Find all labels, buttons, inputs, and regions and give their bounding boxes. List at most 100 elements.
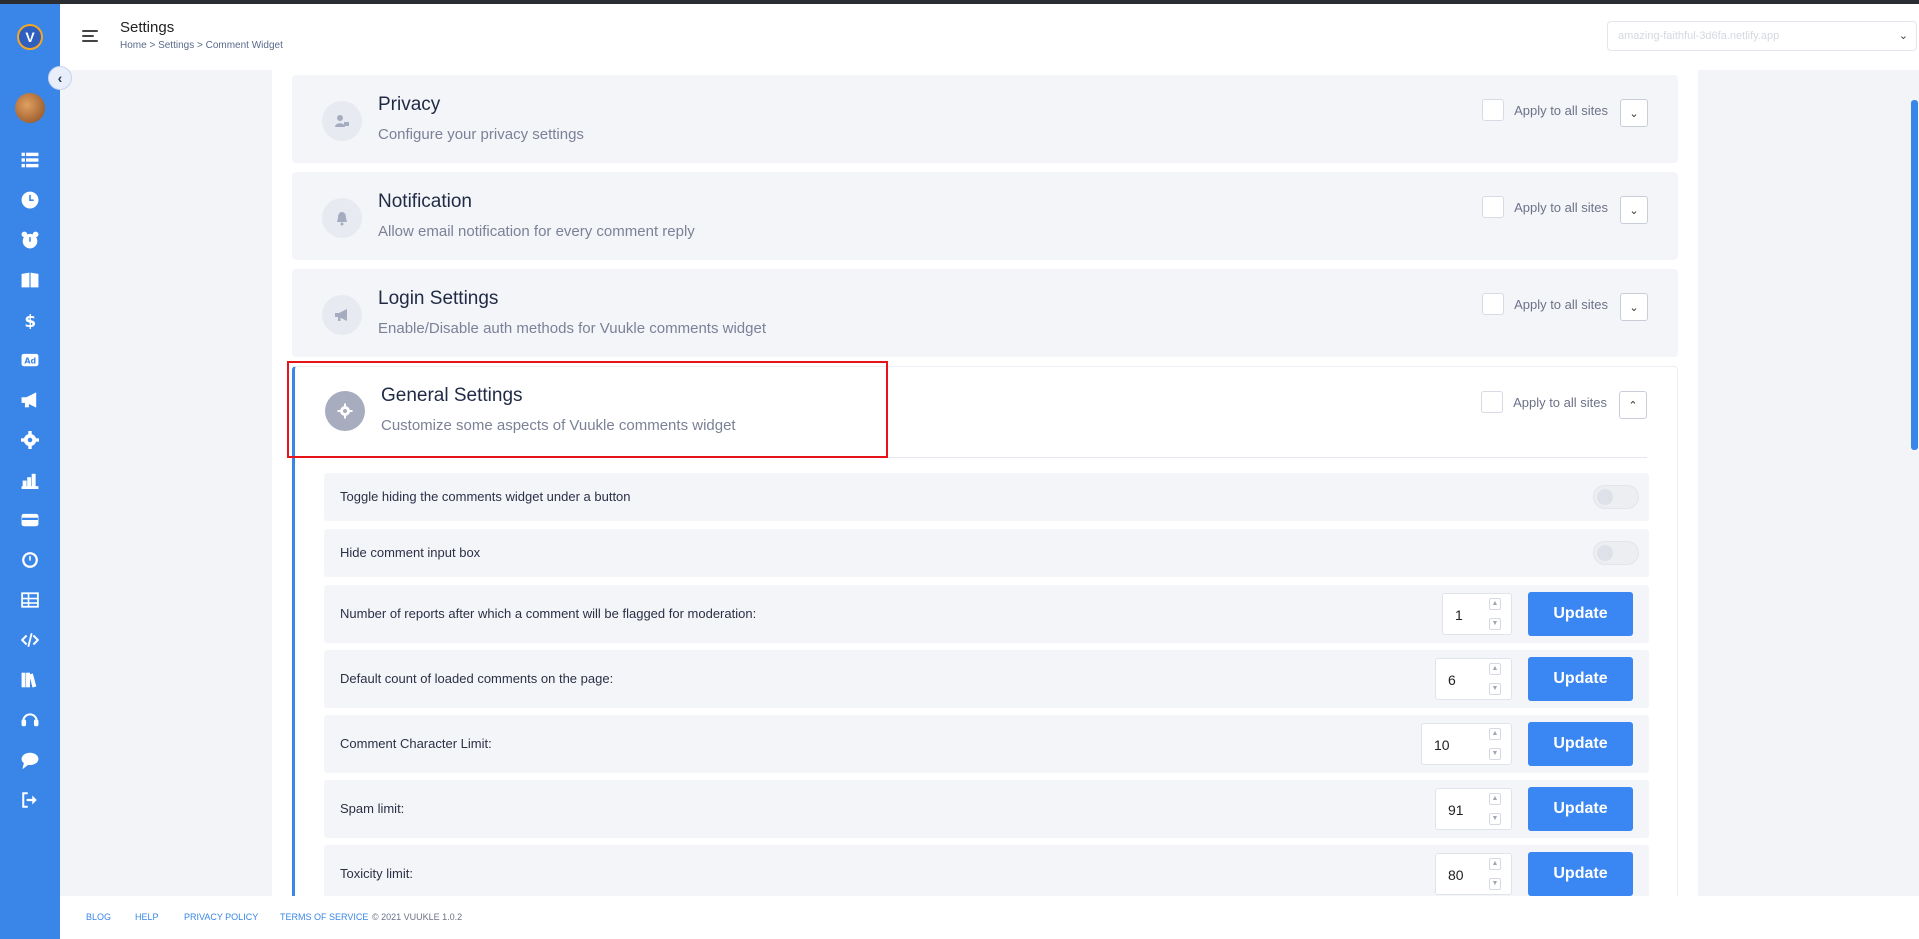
chevron-down-icon: ⌄	[1629, 301, 1639, 314]
gear-icon	[325, 391, 365, 431]
page-title: Settings	[120, 19, 175, 36]
setting-row-toggle: Hide comment input box	[324, 529, 1649, 577]
breadcrumb[interactable]: Home > Settings > Comment Widget	[120, 40, 283, 51]
section-login-settings[interactable]: Login Settings Enable/Disable auth metho…	[292, 269, 1678, 357]
gear-icon[interactable]	[18, 428, 42, 452]
sidebar: V $ Ad	[0, 4, 60, 939]
section-title: Privacy	[378, 94, 441, 115]
section-privacy[interactable]: Privacy Configure your privacy settings …	[292, 75, 1678, 163]
list-icon[interactable]	[18, 148, 42, 172]
setting-label: Default count of loaded comments on the …	[340, 671, 614, 686]
chevron-up-icon[interactable]: ▲	[1489, 793, 1501, 805]
history-icon[interactable]	[18, 548, 42, 572]
chevron-down-icon: ⌄	[1629, 204, 1639, 217]
setting-label: Spam limit:	[340, 801, 405, 816]
vuukle-logo[interactable]: V	[17, 24, 43, 50]
apply-all-sites[interactable]: Apply to all sites	[1482, 99, 1608, 121]
update-button[interactable]: Update	[1528, 722, 1633, 766]
chevron-up-icon[interactable]: ▲	[1489, 728, 1501, 740]
hide-widget-toggle[interactable]	[1593, 485, 1639, 509]
bell-icon	[322, 198, 362, 238]
site-select[interactable]: amazing-faithful-3d6fa.netlify.app ⌄	[1607, 21, 1917, 51]
footer-link-terms[interactable]: TERMS OF SERVICE	[280, 912, 368, 922]
section-subtitle: Customize some aspects of Vuukle comment…	[381, 417, 736, 434]
loaded-comments-input[interactable]: 6 ▲ ▼	[1435, 658, 1512, 700]
hide-input-toggle[interactable]	[1593, 541, 1639, 565]
card-icon[interactable]	[18, 508, 42, 532]
input-value: 80	[1448, 867, 1464, 883]
user-lock-icon	[322, 101, 362, 141]
section-title: Notification	[378, 191, 472, 212]
headset-icon[interactable]	[18, 708, 42, 732]
chevron-down-icon[interactable]: ▼	[1489, 748, 1501, 760]
code-icon[interactable]	[18, 628, 42, 652]
update-button[interactable]: Update	[1528, 852, 1633, 896]
site-select-value: amazing-faithful-3d6fa.netlify.app	[1618, 30, 1780, 42]
footer-link-help[interactable]: HELP	[135, 912, 159, 922]
chevron-down-icon[interactable]: ▼	[1489, 683, 1501, 695]
apply-all-checkbox[interactable]	[1481, 391, 1504, 413]
section-subtitle: Enable/Disable auth methods for Vuukle c…	[378, 320, 766, 337]
apply-all-label: Apply to all sites	[1513, 394, 1607, 410]
megaphone-icon[interactable]	[18, 388, 42, 412]
reports-count-input[interactable]: 1 ▲ ▼	[1442, 593, 1512, 635]
chevron-down-icon[interactable]: ▼	[1489, 813, 1501, 825]
footer: BLOG HELP PRIVACY POLICY TERMS OF SERVIC…	[60, 896, 1919, 939]
menu-icon[interactable]	[82, 30, 98, 42]
expand-button[interactable]: ⌄	[1620, 293, 1648, 321]
chart-icon[interactable]	[18, 468, 42, 492]
setting-label: Toxicity limit:	[340, 866, 413, 881]
footer-copyright: © 2021 VUUKLE 1.0.2	[372, 912, 463, 922]
avatar[interactable]	[15, 93, 45, 123]
chevron-down-icon[interactable]: ▼	[1489, 878, 1501, 890]
chevron-up-icon[interactable]: ▲	[1489, 858, 1501, 870]
apply-all-checkbox[interactable]	[1482, 99, 1505, 121]
top-header: Settings Home > Settings > Comment Widge…	[60, 4, 1919, 70]
setting-row-number: Toxicity limit: 80 ▲ ▼ Update	[324, 845, 1649, 896]
update-button[interactable]: Update	[1528, 657, 1633, 701]
spam-limit-input[interactable]: 91 ▲ ▼	[1435, 788, 1512, 830]
chevron-up-icon[interactable]: ▲	[1489, 663, 1501, 675]
section-title: Login Settings	[378, 288, 499, 309]
logout-icon[interactable]	[18, 788, 42, 812]
clock-icon[interactable]	[18, 188, 42, 212]
setting-label: Toggle hiding the comments widget under …	[340, 489, 631, 504]
collapse-button[interactable]: ⌃	[1619, 391, 1647, 419]
library-icon[interactable]	[18, 668, 42, 692]
dollar-icon[interactable]: $	[18, 308, 42, 332]
chevron-down-icon: ⌄	[1898, 30, 1908, 42]
update-button[interactable]: Update	[1528, 787, 1633, 831]
footer-link-privacy[interactable]: PRIVACY POLICY	[184, 912, 258, 922]
chevron-down-icon[interactable]: ▼	[1489, 618, 1501, 630]
setting-label: Number of reports after which a comment …	[340, 606, 757, 621]
section-notification[interactable]: Notification Allow email notification fo…	[292, 172, 1678, 260]
setting-label: Comment Character Limit:	[340, 736, 492, 751]
expand-button[interactable]: ⌄	[1620, 196, 1648, 224]
toxicity-limit-input[interactable]: 80 ▲ ▼	[1435, 853, 1512, 895]
setting-row-number: Spam limit: 91 ▲ ▼ Update	[324, 780, 1649, 838]
alarm-icon[interactable]	[18, 228, 42, 252]
main-content: Privacy Configure your privacy settings …	[272, 70, 1698, 896]
apply-all-checkbox[interactable]	[1482, 196, 1505, 218]
sidebar-collapse-button[interactable]: ‹	[48, 66, 72, 90]
chevron-up-icon[interactable]: ▲	[1489, 598, 1501, 610]
apply-all-label: Apply to all sites	[1514, 199, 1608, 215]
apply-all-sites[interactable]: Apply to all sites	[1482, 293, 1608, 315]
book-icon[interactable]	[18, 268, 42, 292]
char-limit-input[interactable]: 10 ▲ ▼	[1421, 723, 1512, 765]
update-button[interactable]: Update	[1528, 592, 1633, 636]
input-value: 6	[1448, 672, 1456, 688]
input-value: 1	[1455, 607, 1463, 623]
apply-all-sites[interactable]: Apply to all sites	[1481, 391, 1607, 413]
input-value: 91	[1448, 802, 1464, 818]
input-value: 10	[1434, 737, 1450, 753]
expand-button[interactable]: ⌄	[1620, 99, 1648, 127]
footer-link-blog[interactable]: BLOG	[86, 912, 111, 922]
table-icon[interactable]	[18, 588, 42, 612]
ad-icon[interactable]: Ad	[18, 348, 42, 372]
apply-all-checkbox[interactable]	[1482, 293, 1505, 315]
apply-all-sites[interactable]: Apply to all sites	[1482, 196, 1608, 218]
chat-icon[interactable]	[18, 748, 42, 772]
scrollbar-thumb[interactable]	[1911, 100, 1918, 450]
section-title[interactable]: General Settings	[381, 385, 523, 407]
